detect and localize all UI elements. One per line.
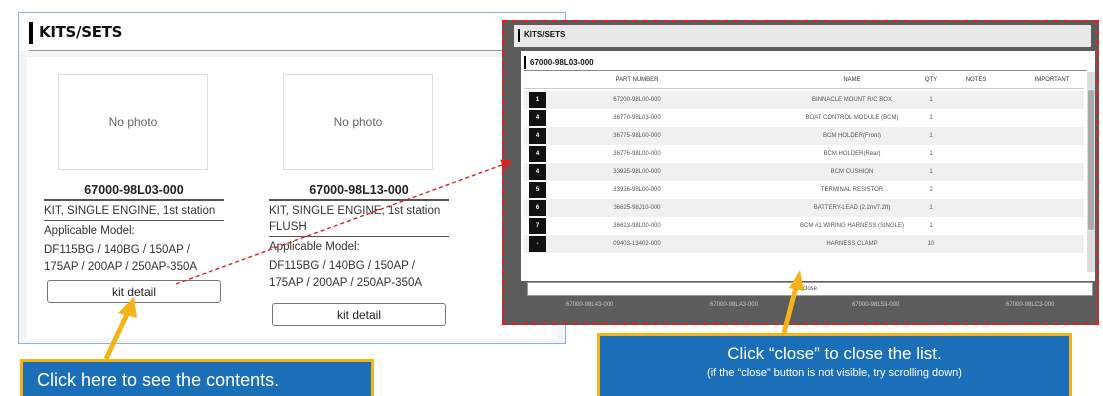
dialog-kit-number: 67000-98L03-000 <box>530 58 594 67</box>
row-part-number: 33925-98L00-000 <box>613 169 661 175</box>
row-part-number: 36776-98L00-000 <box>613 151 661 157</box>
row-qty: 10 <box>927 241 935 247</box>
applicable-model-label: Applicable Model: <box>44 225 135 237</box>
instruction-callout-close: Click “close” to close the list. (if the… <box>597 333 1072 396</box>
kit-detail-modal-screenshot: KITS/SETS 67000-98L03-000 PART NUMBER NA… <box>502 20 1099 325</box>
scrollbar-thumb[interactable] <box>1088 90 1094 230</box>
kit-part-number: 67000-98L03-000 <box>44 183 224 201</box>
row-index-badge: 5 <box>529 182 546 198</box>
row-qty: 1 <box>929 97 933 103</box>
row-index-badge: 6 <box>529 200 546 216</box>
background-part-number: 67000-98L53-000 <box>852 302 900 308</box>
kit-part-number: 67000-98L13-000 <box>269 183 449 201</box>
kit-description: KIT, SINGLE ENGINE, 1st station FLUSH <box>269 201 449 237</box>
title-accent-bar <box>29 22 33 44</box>
callout-hint-text: (if the “close” button is not visible, t… <box>707 367 962 379</box>
row-part-number: 36625-98J10-000 <box>613 205 661 211</box>
row-index-badge: - <box>529 236 546 252</box>
kit-detail-dialog: 67000-98L03-000 PART NUMBER NAME QTY NOT… <box>521 51 1095 296</box>
background-part-number: 67000-98L43-000 <box>566 302 614 308</box>
close-button[interactable]: close <box>527 282 1093 296</box>
row-part-number: 36775-98L00-000 <box>613 133 661 139</box>
row-part-number: 33926-98L00-000 <box>613 187 661 193</box>
row-part-number: 09403-13402-000 <box>613 241 661 247</box>
row-part-number: 67200-98L00-000 <box>613 97 661 103</box>
table-row: 4 36776-98L00-000 BCM HOLDER(Rear) 1 <box>524 145 1084 163</box>
row-index-badge: 4 <box>529 164 546 180</box>
row-index-badge: 4 <box>529 110 546 126</box>
kit-card: No photo 67000-98L13-000 KIT, SINGLE ENG… <box>269 74 449 326</box>
row-index-badge: 1 <box>529 92 546 108</box>
kit-list: No photo 67000-98L03-000 KIT, SINGLE ENG… <box>27 57 557 339</box>
table-row: - 09403-13402-000 HARNESS CLAMP 10 <box>524 235 1084 253</box>
panel-title: KITS/SETS <box>39 23 123 41</box>
background-part-number: 67000-98LA3-000 <box>710 302 759 308</box>
callout-main-text: Click “close” to close the list. <box>727 344 942 363</box>
kit-description: KIT, SINGLE ENGINE, 1st station <box>44 201 224 221</box>
row-qty: 1 <box>929 151 933 157</box>
table-row: 4 36775-98L00-000 BCM HOLDER(Front) 1 <box>524 127 1084 145</box>
modal-header: KITS/SETS <box>514 25 1091 47</box>
column-header-part-number: PART NUMBER <box>615 77 659 83</box>
row-index-badge: 7 <box>529 218 546 234</box>
background-kit-list: 67000-98L43-000 67000-98LA3-000 67000-98… <box>514 299 1091 317</box>
table-row: 4 36770-98L03-000 BOAT CONTROL MODULE (B… <box>524 109 1084 127</box>
parts-table-header: PART NUMBER NAME QTY NOTES IMPORTANT <box>524 72 1084 89</box>
column-header-important: IMPORTANT <box>1034 77 1070 83</box>
title-accent-bar <box>518 29 520 42</box>
row-part-number: 36623-98L00-000 <box>613 223 661 229</box>
parts-table-body: 1 67200-98L00-000 BINNACLE MOUNT R/C BOX… <box>524 91 1084 253</box>
applicable-models: DF115BG / 140BG / 150AP / 175AP / 200AP … <box>269 260 423 289</box>
scrollbar[interactable] <box>1087 72 1095 272</box>
column-header-qty: QTY <box>924 77 938 83</box>
header-divider <box>29 50 555 51</box>
table-row: 6 36625-98J10-000 BATTERY-LEAD (2.2m/7.2… <box>524 199 1084 217</box>
title-accent-bar <box>524 56 526 69</box>
dialog-title-bar: 67000-98L03-000 <box>524 54 1087 71</box>
row-qty: 1 <box>929 223 933 229</box>
row-qty: 2 <box>929 187 933 193</box>
kit-card: No photo 67000-98L03-000 KIT, SINGLE ENG… <box>44 74 224 303</box>
row-part-number: 36770-98L03-000 <box>613 115 661 121</box>
panel-header: KITS/SETS <box>19 13 565 51</box>
kits-sets-panel: KITS/SETS No photo 67000-98L03-000 KIT, … <box>18 12 566 344</box>
table-row: 1 67200-98L00-000 BINNACLE MOUNT R/C BOX… <box>524 91 1084 109</box>
applicable-model-label: Applicable Model: <box>269 241 360 253</box>
kit-detail-button[interactable]: kit detail <box>47 280 221 303</box>
background-part-number: 67000-98LC3-000 <box>1006 302 1055 308</box>
kit-photo-placeholder: No photo <box>283 74 433 170</box>
instruction-callout-open: Click here to see the contents. <box>20 359 374 396</box>
row-qty: 1 <box>929 133 933 139</box>
row-qty: 1 <box>929 205 933 211</box>
row-index-badge: 4 <box>529 146 546 162</box>
table-row: 7 36623-98L00-000 BCM #1 WIRING HARNESS … <box>524 217 1084 235</box>
kit-photo-placeholder: No photo <box>58 74 208 170</box>
column-header-notes: NOTES <box>965 77 987 83</box>
applicable-models: DF115BG / 140BG / 150AP / 175AP / 200AP … <box>44 244 198 273</box>
table-row: 4 33925-98L00-000 BCM CUSHION 1 <box>524 163 1084 181</box>
row-index-badge: 4 <box>529 128 546 144</box>
modal-header-title: KITS/SETS <box>524 30 566 39</box>
kit-detail-button[interactable]: kit detail <box>272 303 446 326</box>
row-qty: 1 <box>929 115 933 121</box>
row-qty: 1 <box>929 169 933 175</box>
table-row: 5 33926-98L00-000 TERMINAL RESISTOR 2 <box>524 181 1084 199</box>
